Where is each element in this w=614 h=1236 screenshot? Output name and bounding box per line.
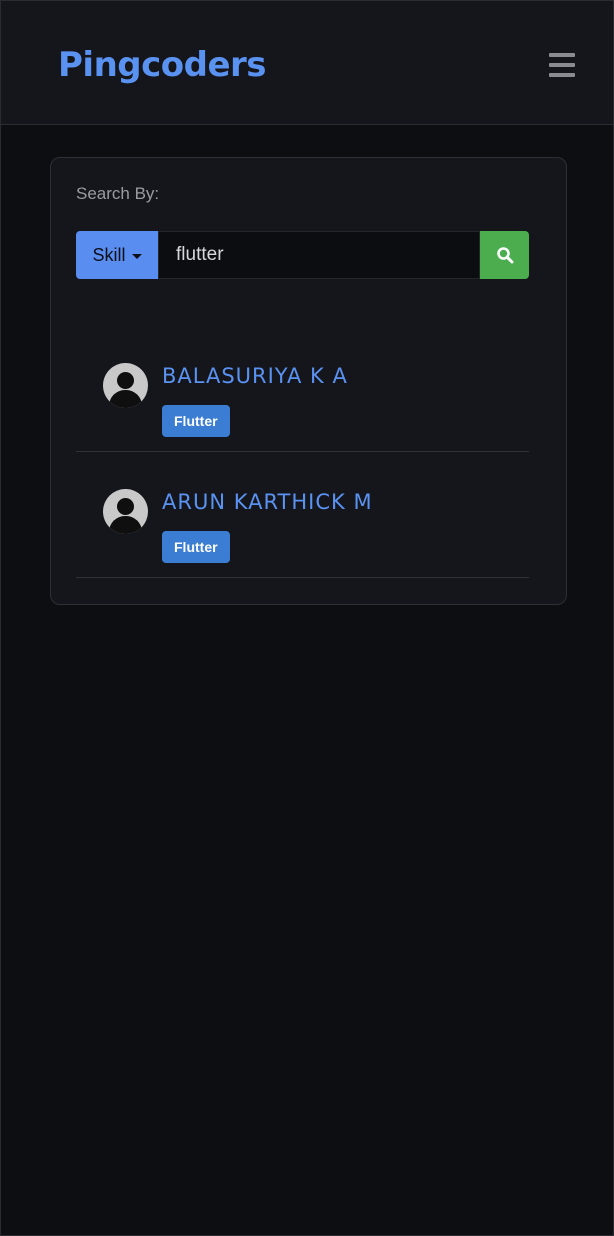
search-button[interactable] — [480, 231, 529, 279]
result-name[interactable]: ARUN KARTHICK M — [162, 489, 373, 515]
skill-tag: Flutter — [162, 405, 230, 437]
brand-logo[interactable]: Pingcoders — [58, 43, 267, 87]
hamburger-menu-icon[interactable] — [547, 51, 577, 79]
search-card: Search By: Skill BALASURIYA K A Flutter — [50, 157, 567, 605]
user-avatar-icon[interactable] — [103, 489, 148, 534]
navbar: Pingcoders — [1, 1, 613, 125]
search-icon — [496, 247, 513, 264]
skill-filter-label: Skill — [92, 244, 126, 265]
skill-tag: Flutter — [162, 531, 230, 563]
search-group: Skill — [76, 231, 529, 279]
search-by-label: Search By: — [76, 184, 160, 203]
result-item: BALASURIYA K A Flutter — [76, 326, 529, 452]
result-item: ARUN KARTHICK M Flutter — [76, 452, 529, 578]
result-name[interactable]: BALASURIYA K A — [162, 363, 348, 389]
skill-filter-dropdown[interactable]: Skill — [76, 231, 158, 279]
user-avatar-icon[interactable] — [103, 363, 148, 408]
caret-down-icon — [131, 253, 142, 259]
search-input[interactable] — [158, 231, 480, 279]
page: Pingcoders Search By: Skill BALASU — [0, 0, 614, 1236]
